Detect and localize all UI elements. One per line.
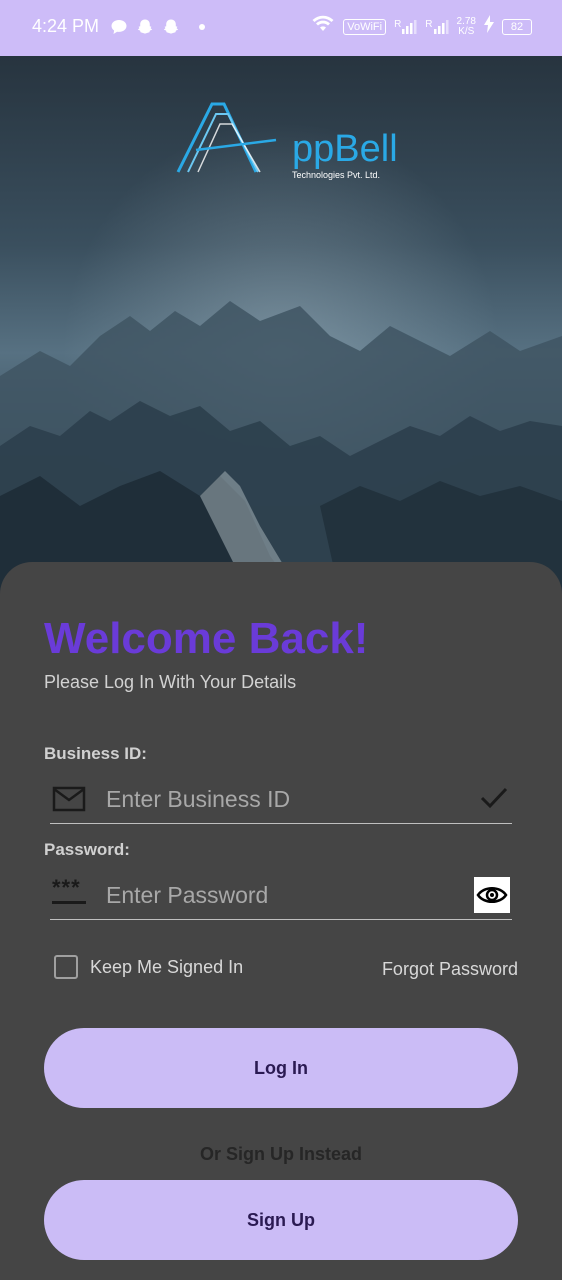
eye-icon[interactable] (474, 877, 510, 913)
business-id-field[interactable] (50, 775, 512, 824)
or-sign-up-text: Or Sign Up Instead (199, 1144, 363, 1164)
welcome-title: Welcome Back! (44, 614, 369, 663)
snapchat-icon (136, 18, 154, 41)
mountain-landscape (0, 301, 562, 596)
envelope-icon (52, 785, 86, 818)
keep-signed-in-label: Keep Me Signed In (90, 956, 244, 977)
chat-bubble-icon (110, 18, 128, 41)
forgot-password-link[interactable]: Forgot Password (382, 959, 518, 980)
keep-signed-in-checkbox[interactable] (54, 955, 78, 979)
password-asterisks-text: *** (52, 875, 81, 900)
welcome-subtitle: Please Log In With Your Details (44, 672, 297, 692)
signal-icon: R (425, 18, 449, 35)
snapchat-icon (162, 18, 180, 41)
network-speed-unit: K/S (458, 25, 475, 37)
logo-subtitle: Technologies Pvt. Ltd. (292, 170, 381, 180)
battery-indicator: 82 (502, 18, 532, 35)
status-indicators: VoWiFi R R 2.78 K/S 82 (311, 14, 532, 39)
status-bar: 4:24 PM VoWiFi R R 2.78 K/S 82 (0, 0, 562, 56)
password-input[interactable] (104, 877, 468, 913)
network-speed-value: 2.78 (456, 15, 476, 27)
password-field[interactable]: *** (50, 871, 512, 920)
notification-icons (110, 18, 206, 41)
signal-2-label: R (425, 18, 433, 30)
logo-text: ppBell (292, 128, 398, 170)
password-label: Password: (44, 840, 130, 859)
status-time: 4:24 PM (32, 16, 100, 36)
charging-icon (484, 15, 494, 38)
keep-signed-in[interactable]: Keep Me Signed In (54, 955, 243, 979)
business-id-label: Business ID: (44, 744, 147, 763)
wifi-icon (311, 14, 335, 39)
signal-1-label: R (394, 18, 402, 30)
hero-background: ppBell Technologies Pvt. Ltd. (0, 56, 562, 596)
network-speed: 2.78 K/S (456, 15, 476, 37)
business-id-input[interactable] (104, 781, 468, 817)
login-button[interactable]: Log In (44, 1028, 518, 1108)
login-card: Welcome Back! Please Log In With Your De… (0, 562, 562, 1280)
password-asterisks-icon: *** (52, 877, 86, 904)
vowifi-badge: VoWiFi (343, 18, 387, 35)
appbell-logo: ppBell Technologies Pvt. Ltd. (176, 100, 398, 180)
signup-button[interactable]: Sign Up (44, 1180, 518, 1260)
signal-icon: R (394, 19, 417, 35)
dot-icon (198, 18, 206, 41)
checkmark-icon (478, 783, 510, 818)
